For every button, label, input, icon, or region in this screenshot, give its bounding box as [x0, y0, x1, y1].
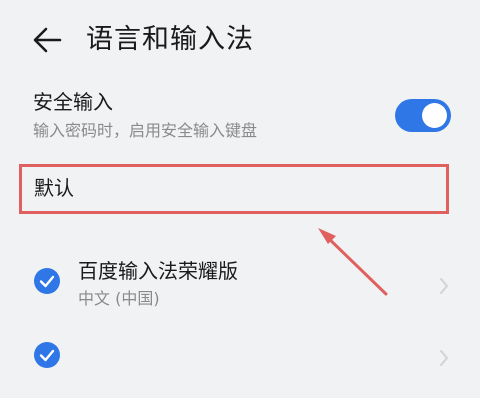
ime-list-item-second[interactable] — [0, 334, 480, 398]
ime-language: 中文 (中国) — [78, 289, 160, 308]
back-button[interactable] — [26, 22, 66, 58]
chevron-right-icon — [440, 278, 448, 294]
ime-name: 百度输入法荣耀版 — [78, 259, 238, 283]
default-section-label: 默认 — [34, 176, 74, 200]
back-arrow-icon — [33, 27, 62, 53]
secure-input-row[interactable]: 安全输入 输入密码时，启用安全输入键盘 — [0, 82, 480, 152]
ime-list-item-baidu[interactable]: 百度输入法荣耀版 中文 (中国) — [0, 258, 480, 322]
header-bar: 语言和输入法 — [0, 0, 480, 80]
check-circle-icon[interactable] — [34, 268, 60, 294]
secure-input-title: 安全输入 — [33, 90, 113, 114]
default-section-highlight: 默认 — [19, 164, 449, 214]
chevron-right-icon — [440, 350, 448, 366]
secure-input-subtitle: 输入密码时，启用安全输入键盘 — [33, 121, 258, 140]
secure-input-toggle[interactable] — [395, 99, 451, 132]
page-title: 语言和输入法 — [86, 24, 254, 55]
toggle-knob — [422, 103, 447, 128]
check-circle-icon[interactable] — [34, 342, 60, 368]
